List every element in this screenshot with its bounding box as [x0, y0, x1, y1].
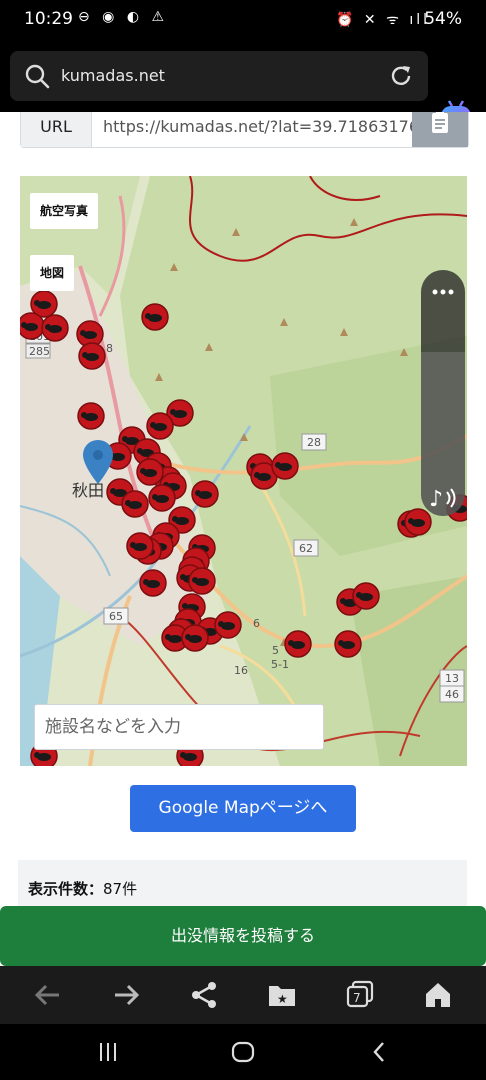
share-url-row: URL https://kumadas.net/?lat=39.71863176 — [20, 112, 469, 148]
svg-text:★: ★ — [277, 992, 288, 1006]
svg-text:♪: ♪ — [429, 487, 443, 512]
forward-icon[interactable] — [110, 979, 142, 1011]
back-system-icon[interactable] — [368, 1040, 392, 1064]
result-count: 表示件数：87件 — [28, 878, 137, 899]
google-map-button[interactable]: Google Mapページへ — [130, 785, 356, 832]
home-icon[interactable] — [422, 979, 454, 1011]
bear-marker[interactable] — [136, 458, 164, 486]
back-icon[interactable] — [32, 979, 64, 1011]
clipboard-icon — [432, 112, 448, 133]
bear-marker[interactable] — [214, 611, 242, 639]
music-icon[interactable]: ♪ — [421, 478, 465, 518]
browser-bottom-nav: ★ 7 — [0, 966, 486, 1024]
bear-marker[interactable] — [41, 314, 69, 342]
bear-marker[interactable] — [126, 532, 154, 560]
bear-marker[interactable] — [181, 624, 209, 652]
floating-edge-panel[interactable]: ♪ — [421, 270, 465, 516]
status-bar: 10:29 ⊖ ◉ ◐ ⚠ ⏰ ✕ ᯤ ıll 54% — [0, 0, 486, 40]
address-bar[interactable]: kumadas.net — [10, 51, 428, 101]
aerial-photo-toggle[interactable]: 航空写真 — [30, 193, 99, 229]
bear-marker[interactable] — [77, 402, 105, 430]
system-status-icons: ⏰ ✕ ᯤ ıll — [336, 12, 430, 28]
search-icon — [25, 64, 50, 89]
bear-marker[interactable] — [141, 303, 169, 331]
share-icon[interactable] — [188, 979, 220, 1011]
bear-marker[interactable] — [191, 480, 219, 508]
location-pin-icon[interactable] — [83, 440, 113, 484]
url-field[interactable]: https://kumadas.net/?lat=39.71863176 — [103, 112, 413, 147]
browser-toolbar: kumadas.net — [0, 40, 486, 128]
bear-marker[interactable] — [146, 412, 174, 440]
bear-map[interactable]: 7 101 285 28 62 65 13 46 5 6 16 8 5-1 — [20, 176, 467, 766]
bear-marker[interactable] — [121, 490, 149, 518]
bear-marker[interactable] — [352, 582, 380, 610]
bear-marker[interactable] — [20, 312, 45, 340]
page-content: URL https://kumadas.net/?lat=39.71863176 — [0, 112, 486, 1022]
count-value: 87件 — [103, 880, 138, 898]
bear-marker[interactable] — [78, 342, 106, 370]
url-label: URL — [21, 112, 92, 147]
tabs-icon[interactable]: 7 — [344, 979, 376, 1011]
battery-level: 54% — [424, 9, 462, 29]
map-toggle[interactable]: 地図 — [30, 255, 75, 291]
facility-search-input[interactable]: 施設名などを入力 — [34, 704, 324, 750]
bear-marker[interactable] — [334, 630, 362, 658]
bear-marker[interactable] — [188, 567, 216, 595]
tab-count: 7 — [353, 991, 361, 1005]
bear-marker[interactable] — [139, 569, 167, 597]
bear-marker[interactable] — [284, 630, 312, 658]
home-system-icon[interactable] — [230, 1039, 256, 1065]
notification-icons: ⊖ ◉ ◐ ⚠ — [78, 9, 169, 25]
count-label: 表示件数： — [28, 880, 104, 898]
reload-icon[interactable] — [388, 63, 414, 89]
post-sighting-button[interactable]: 出没情報を投稿する — [0, 906, 486, 966]
bookmarks-icon[interactable]: ★ — [266, 979, 298, 1011]
address-url[interactable]: kumadas.net — [61, 66, 165, 85]
bear-marker[interactable] — [148, 484, 176, 512]
system-navigation-bar — [0, 1024, 486, 1080]
copy-url-button[interactable] — [412, 112, 468, 147]
bear-marker[interactable] — [271, 452, 299, 480]
recents-icon[interactable] — [96, 1040, 120, 1064]
status-time: 10:29 — [24, 9, 73, 29]
more-icon[interactable] — [421, 272, 465, 312]
